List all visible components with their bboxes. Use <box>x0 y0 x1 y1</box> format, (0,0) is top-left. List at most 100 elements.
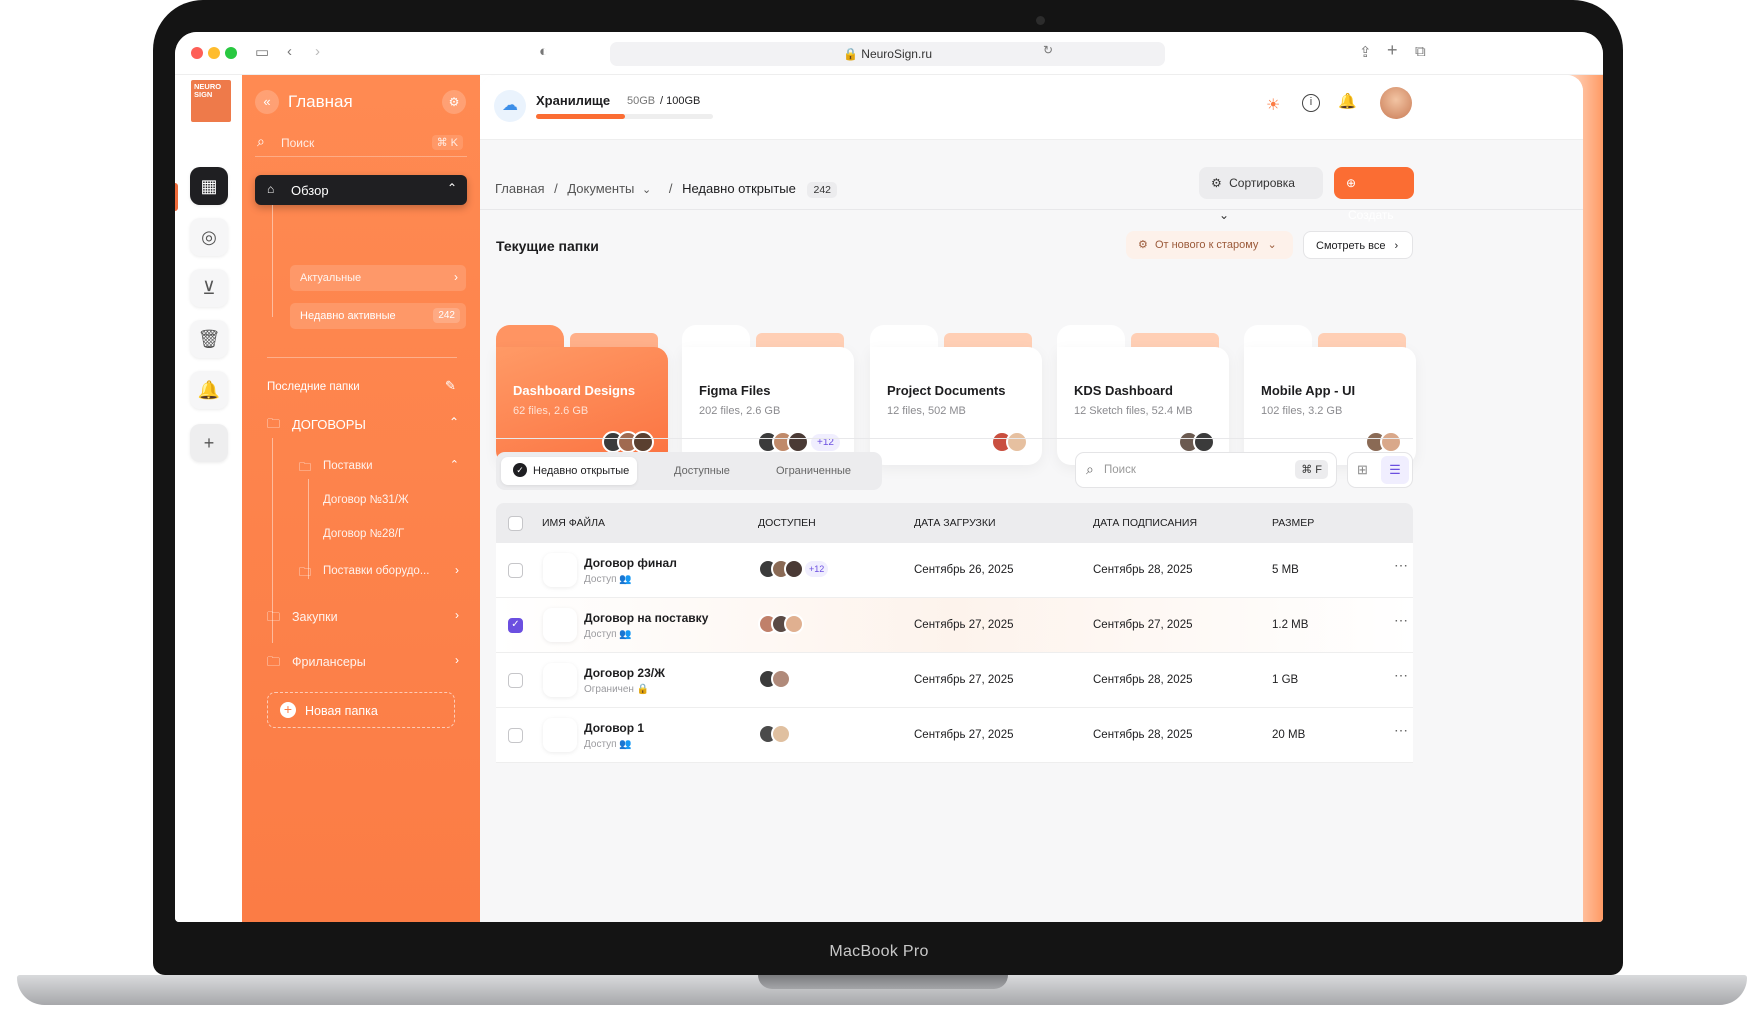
logo-text: NEURO SIGN <box>194 82 222 99</box>
file-name[interactable]: Договор финал <box>584 556 677 570</box>
info-icon[interactable]: i <box>1302 94 1320 112</box>
table-row[interactable]: Договор 23/Ж Ограничен 🔒 Сентябрь 27, 2025… <box>496 653 1413 708</box>
cloud-icon: ☁ <box>494 90 526 122</box>
shield-icon[interactable]: ◐ <box>539 43 548 60</box>
sidebar-item-label: Обзор <box>291 183 329 198</box>
url-bar[interactable]: 🔒 NeuroSign.ru <box>610 42 1165 66</box>
reload-icon[interactable]: ↻ <box>1043 43 1053 57</box>
folder-card[interactable]: KDS Dashboard 12 Sketch files, 52.4 MB <box>1057 325 1229 465</box>
file-search-input[interactable]: Поиск <box>1104 464 1136 476</box>
table-row[interactable]: Договор финал Доступ 👥 +12 Сентябрь 26, 202… <box>496 543 1413 598</box>
row-checkbox[interactable] <box>508 563 523 578</box>
avatar-stack: +12 <box>758 559 829 579</box>
dashboard-grid-button[interactable]: ▦ <box>190 167 228 205</box>
count-badge: 242 <box>807 182 838 198</box>
sun-icon[interactable]: ☀ <box>1266 95 1280 115</box>
table-row[interactable]: Договор 1 Доступ 👥 Сентябрь 27, 2025 Сентяб… <box>496 708 1413 763</box>
sidebar-folder-equipment[interactable]: 🗀 Поставки оборудо... › <box>299 563 459 583</box>
folder-label: Поставки <box>323 460 373 472</box>
view-all-button[interactable]: Смотреть все › <box>1303 231 1413 259</box>
avatar-stack <box>991 431 1028 453</box>
share-icon[interactable]: ⇪ <box>1359 43 1372 61</box>
sidebar-file-contract-31[interactable]: Договор №31/Ж <box>323 494 409 506</box>
sidebar-folder-contracts[interactable]: 🗀 ДОГОВОРЫ ⌃ <box>267 414 459 436</box>
inbox-button[interactable]: ⊻ <box>190 269 228 307</box>
sidebar-toggle-icon[interactable]: ▭ <box>255 43 269 61</box>
folder-card[interactable]: Figma Files 202 files, 2.6 GB +12 <box>682 325 854 465</box>
chevron-down-icon[interactable]: ⌄ <box>642 184 651 196</box>
add-button[interactable]: + <box>190 424 228 462</box>
grid-view-icon[interactable]: ⊞ <box>1357 462 1368 478</box>
header-sign-date[interactable]: ДАТА ПОДПИСАНИЯ <box>1093 517 1197 529</box>
sidebar-folder-freelancers[interactable]: 🗀 Фрилансеры › <box>267 653 459 673</box>
breadcrumb-documents[interactable]: Документы <box>567 181 634 196</box>
notifications-button[interactable]: 🔔 <box>190 371 228 409</box>
row-checkbox[interactable]: ✓ <box>508 618 523 633</box>
order-dropdown[interactable]: ⚙ От нового к старому ⌄ <box>1126 231 1293 259</box>
sidebar-item-recent-active[interactable]: Недавно активные 242 <box>290 303 466 329</box>
header-access[interactable]: ДОСТУПЕН <box>758 517 816 529</box>
lock-icon: 🔒 <box>636 684 650 695</box>
tab-restricted[interactable]: Ограниченные <box>776 465 851 477</box>
chevron-down-icon: ⌄ <box>1267 239 1277 251</box>
sidebar-item-overview[interactable]: ⌂ Обзор ⌃ <box>255 175 467 205</box>
file-search[interactable]: ⌕ Поиск ⌘ F <box>1075 452 1337 488</box>
close-window-button[interactable] <box>191 47 203 59</box>
new-folder-button[interactable]: + Новая папка <box>267 692 455 728</box>
access-status: Доступ 👥 <box>584 629 632 640</box>
breadcrumb-home[interactable]: Главная <box>495 181 544 196</box>
tree-line <box>272 205 273 317</box>
folder-card[interactable]: Project Documents 12 files, 502 MB <box>870 325 1042 465</box>
search-icon: ⌕ <box>1086 461 1094 477</box>
list-view-icon[interactable]: ☰ <box>1381 456 1409 484</box>
folder-icon: 🗀 <box>299 565 312 579</box>
folder-card[interactable]: Mobile App - UI 102 files, 3.2 GB <box>1244 325 1416 465</box>
sidebar-search-input[interactable]: Поиск <box>281 136 314 150</box>
more-options-icon[interactable]: ⋯ <box>1394 612 1408 629</box>
select-all-checkbox[interactable] <box>508 516 523 531</box>
settings-icon[interactable]: ⚙ <box>442 90 466 114</box>
sidebar-folder-supplies[interactable]: 🗀 Поставки ⌃ <box>299 458 459 478</box>
sidebar-file-contract-28[interactable]: Договор №28/Г <box>323 528 404 540</box>
edit-icon[interactable]: ✎ <box>445 378 456 394</box>
tab-available[interactable]: Доступные <box>674 465 730 477</box>
folder-icon: 🗀 <box>267 609 281 624</box>
table-row[interactable]: ✓ Договор на поставку Доступ 👥 Сентябрь 27,… <box>496 598 1413 653</box>
sort-button[interactable]: ⚙ Сортировка ⌄ <box>1199 167 1323 222</box>
header-upload-date[interactable]: ДАТА ЗАГРУЗКИ <box>914 517 996 529</box>
create-button[interactable]: ⊕ Создать <box>1334 167 1414 222</box>
sidebar-item-actual[interactable]: Актуальные › <box>290 265 466 291</box>
bell-icon: 🔔 <box>197 379 221 400</box>
minimize-window-button[interactable] <box>208 47 220 59</box>
device-label: MacBook Pro <box>829 943 929 960</box>
user-avatar[interactable] <box>1380 87 1412 119</box>
back-icon[interactable]: ‹ <box>287 43 292 60</box>
view-toggle: ⊞ ☰ <box>1347 452 1413 488</box>
row-checkbox[interactable] <box>508 673 523 688</box>
file-size: 1 GB <box>1272 674 1299 686</box>
trash-button[interactable]: 🗑 <box>190 320 228 358</box>
sidebar-folder-purchases[interactable]: 🗀 Закупки › <box>267 608 459 628</box>
forward-icon[interactable]: › <box>315 43 320 60</box>
file-name[interactable]: Договор 1 <box>584 721 644 735</box>
new-tab-icon[interactable]: + <box>1387 40 1398 61</box>
bell-icon[interactable]: 🔔 <box>1338 92 1357 110</box>
sidebar-search[interactable]: ⌕ Поиск ⌘ K <box>255 127 467 157</box>
target-button[interactable]: ◎ <box>190 218 228 256</box>
tabs-overview-icon[interactable]: ⧉ <box>1415 43 1426 60</box>
tab-recently-opened[interactable]: ✓ Недавно открытые <box>501 457 637 485</box>
icon-rail: NEURO SIGN ▦ ◎ ⊻ 🗑 🔔 + <box>175 75 242 922</box>
file-name[interactable]: Договор 23/Ж <box>584 666 665 680</box>
more-options-icon[interactable]: ⋯ <box>1394 667 1408 684</box>
more-options-icon[interactable]: ⋯ <box>1394 722 1408 739</box>
header-file-name[interactable]: ИМЯ ФАЙЛА <box>542 517 605 529</box>
grid-icon: ▦ <box>200 175 218 196</box>
zoom-window-button[interactable] <box>225 47 237 59</box>
neurosign-logo[interactable]: NEURO SIGN <box>191 80 231 122</box>
folder-card[interactable]: Dashboard Designs 62 files, 2.6 GB <box>496 325 668 465</box>
file-name[interactable]: Договор на поставку <box>584 611 708 625</box>
collapse-sidebar-icon[interactable]: « <box>255 90 279 114</box>
row-checkbox[interactable] <box>508 728 523 743</box>
header-size[interactable]: РАЗМЕР <box>1272 517 1314 529</box>
more-options-icon[interactable]: ⋯ <box>1394 557 1408 574</box>
